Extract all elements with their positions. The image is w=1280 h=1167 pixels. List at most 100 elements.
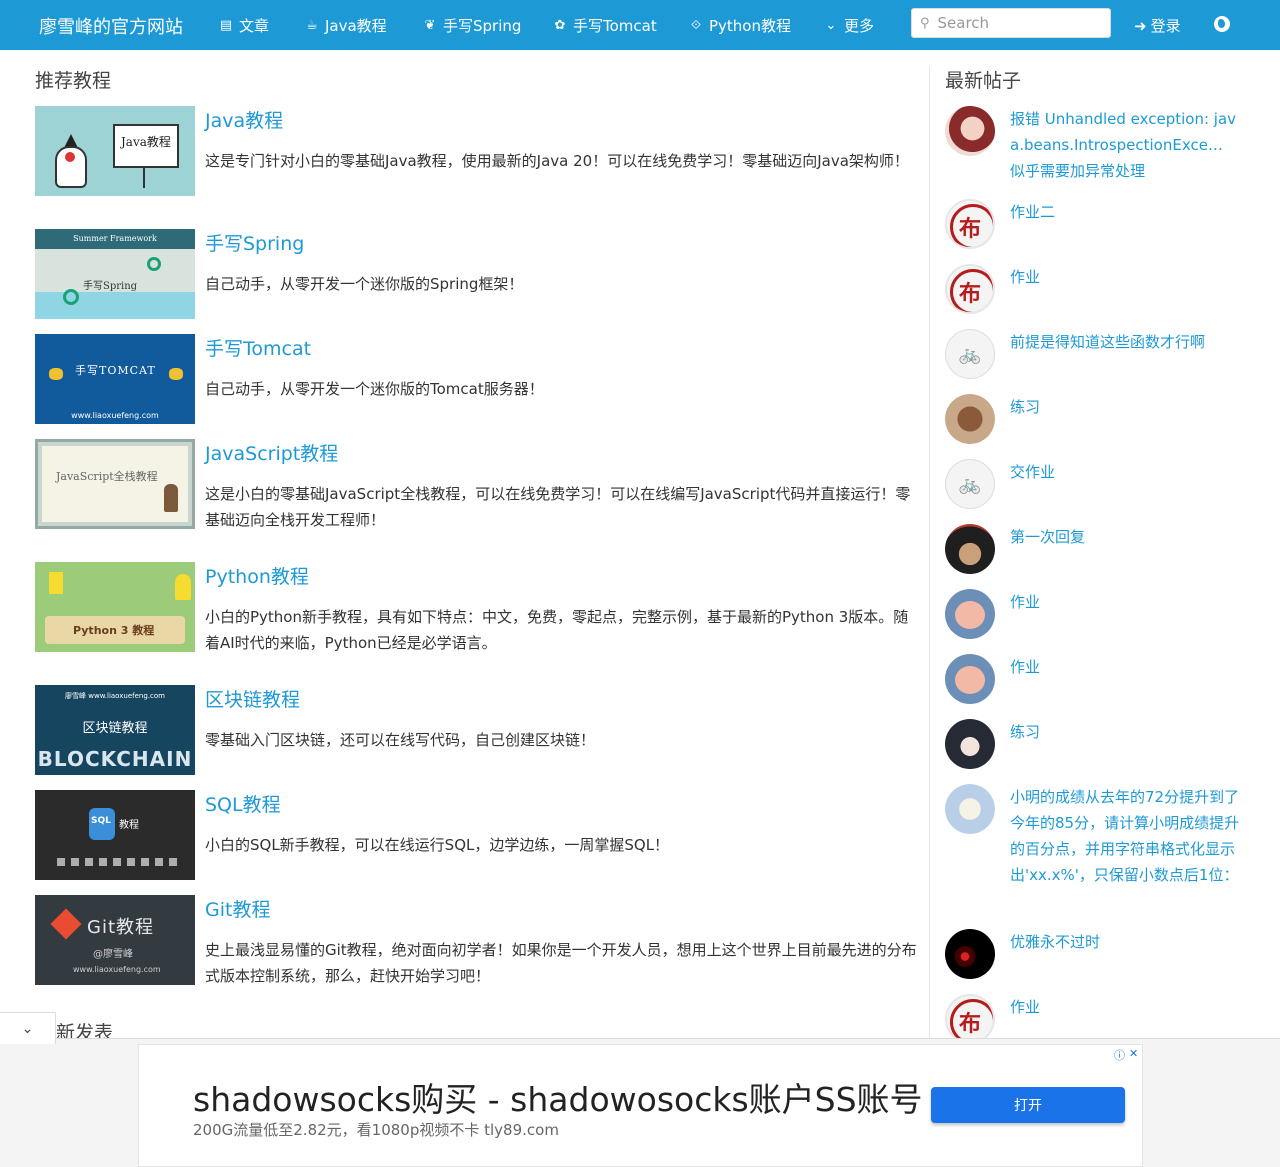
column-divider <box>929 66 930 1041</box>
post-title-link[interactable]: 作业 <box>1010 589 1242 615</box>
nav-item-more[interactable]: ⌄ 更多 <box>823 15 874 36</box>
git-logo-icon <box>50 908 82 940</box>
ring-icon <box>63 289 79 305</box>
course-thumbnail[interactable]: 手写TOMCAT www.liaoxuefeng.com <box>35 334 195 424</box>
post-title-link[interactable]: 报错 Unhandled exception: java.beans.Intro… <box>1010 106 1242 184</box>
close-icon[interactable]: ✕ <box>1129 1047 1138 1063</box>
course-thumbnail[interactable]: Git教程 @廖雪峰 www.liaoxuefeng.com <box>35 895 195 985</box>
post-title-link[interactable]: 优雅永不过时 <box>1010 929 1242 955</box>
post-title-link[interactable]: 练习 <box>1010 394 1242 420</box>
ad-controls: ⓘ ✕ <box>1114 1047 1138 1063</box>
nav-item-label: 手写Tomcat <box>573 17 657 35</box>
bicycle-icon: 🚲 <box>958 344 982 365</box>
nav-item-spring[interactable]: ❦ 手写Spring <box>422 15 522 36</box>
nav-item-label: 文章 <box>239 17 270 35</box>
pirate-icon <box>164 484 178 512</box>
course-title-link[interactable]: Python教程 <box>205 562 309 589</box>
thumb-text: SQL <box>91 816 111 826</box>
avatar[interactable] <box>945 929 995 979</box>
ad-title[interactable]: shadowsocks购买 - shadowosocks账户SS账号 <box>193 1073 923 1121</box>
avatar[interactable]: 布 <box>945 199 995 249</box>
nav-item-label: 手写Spring <box>443 17 522 35</box>
course-title-link[interactable]: SQL教程 <box>205 790 281 817</box>
search-input[interactable] <box>937 14 1098 32</box>
code-icon: ⟐ <box>690 18 702 33</box>
post-title-link[interactable]: 作业 <box>1010 264 1242 290</box>
course-description: 这是小白的零基础JavaScript全栈教程，可以在线免费学习！可以在线编写Ja… <box>205 485 911 529</box>
post-title-link[interactable]: 交作业 <box>1010 459 1242 485</box>
course-thumbnail[interactable]: SQL 教程 <box>35 790 195 880</box>
avatar[interactable] <box>945 719 995 769</box>
leaf-icon: ❦ <box>424 18 436 33</box>
ad-open-button[interactable]: 打开 <box>931 1087 1125 1123</box>
nav-item-articles[interactable]: ▤ 文章 <box>218 15 269 36</box>
thumb-text: Git教程 <box>87 917 155 938</box>
course-thumbnail[interactable]: 廖雪峰 www.liaoxuefeng.com 区块链教程 BLOCKCHAIN <box>35 685 195 775</box>
chevron-down-icon: ⌄ <box>825 18 837 33</box>
nav-item-label: 更多 <box>844 17 875 35</box>
cat-icon <box>49 368 63 380</box>
ad-card[interactable]: ⓘ ✕ shadowsocks购买 - shadowosocks账户SS账号 2… <box>138 1044 1143 1167</box>
post-title-link[interactable]: 小明的成绩从去年的72分提升到了今年的85分，请计算小明成绩提升的百分点，并用字… <box>1010 784 1242 888</box>
nav-item-java[interactable]: ☕ Java教程 <box>304 15 387 36</box>
course-description: 小白的Python新手教程，具有如下特点：中文，免费，零起点，完整示例，基于最新… <box>205 608 909 652</box>
avatar[interactable]: 🚲 <box>945 459 995 509</box>
course-description: 史上最浅显易懂的Git教程，绝对面向初学者！如果你是一个开发人员，想用上这个世界… <box>205 941 917 985</box>
login-link[interactable]: ➜ 登录 <box>1134 15 1181 36</box>
course-thumbnail[interactable]: JavaScript全栈教程 <box>35 439 195 529</box>
cartoon-figure-icon <box>175 574 191 600</box>
post-title-link[interactable]: 第一次回复 <box>1010 524 1242 550</box>
thumb-sub-text: @廖雪峰 <box>93 949 133 960</box>
thumb-top-text: 廖雪峰 www.liaoxuefeng.com <box>65 692 165 700</box>
avatar[interactable]: 布 <box>945 994 995 1044</box>
avatar[interactable] <box>945 524 995 574</box>
avatar[interactable] <box>945 784 995 834</box>
post-title-link[interactable]: 作业 <box>1010 994 1242 1020</box>
course-description: 零基础入门区块链，还可以在线写代码，自己创建区块链！ <box>205 731 596 749</box>
coffee-icon: ☕ <box>306 18 318 33</box>
course-title-link[interactable]: 手写Tomcat <box>205 334 311 361</box>
post-title-link[interactable]: 前提是得知道这些函数才行啊 <box>1010 329 1242 355</box>
course-title-link[interactable]: Git教程 <box>205 895 270 922</box>
avatar[interactable]: 🚲 <box>945 329 995 379</box>
avatar[interactable]: 布 <box>945 264 995 314</box>
collapse-ad-button[interactable]: ⌄ <box>0 1012 56 1044</box>
ring-icon <box>147 257 161 271</box>
thumb-text: Java教程 <box>121 135 171 149</box>
thumb-text: 手写TOMCAT <box>75 364 156 377</box>
course-description: 自己动手，从零开发一个迷你版的Tomcat服务器！ <box>205 380 544 398</box>
post-title-link[interactable]: 作业 <box>1010 654 1242 680</box>
course-thumbnail[interactable]: Summer Framework 手写Spring <box>35 229 195 319</box>
paw-icon: ✿ <box>554 18 566 33</box>
post-title-link[interactable]: 练习 <box>1010 719 1242 745</box>
cartoon-figure-icon <box>49 572 63 594</box>
course-thumbnail[interactable]: Java教程 <box>35 106 195 196</box>
section-title-latest-posts: 最新帖子 <box>945 70 1022 92</box>
avatar[interactable] <box>945 106 995 156</box>
avatar[interactable] <box>945 394 995 444</box>
globe-icon[interactable] <box>1214 16 1230 32</box>
thumb-url: www.liaoxuefeng.com <box>73 965 161 974</box>
bicycle-icon: 🚲 <box>958 474 982 495</box>
site-brand-link[interactable]: 廖雪峰的官方网站 <box>39 13 183 39</box>
info-icon[interactable]: ⓘ <box>1114 1047 1125 1063</box>
sign-in-icon: ➜ <box>1134 16 1147 35</box>
newspaper-icon: ▤ <box>219 18 233 33</box>
thumb-text: Python 3 教程 <box>73 624 155 637</box>
thumb-sub-text: 教程 <box>119 820 139 831</box>
course-title-link[interactable]: JavaScript教程 <box>205 439 338 466</box>
post-title-link[interactable]: 作业二 <box>1010 199 1242 225</box>
avatar[interactable] <box>945 654 995 704</box>
top-navbar: 廖雪峰的官方网站 ▤ 文章 ☕ Java教程 ❦ 手写Spring ✿ 手写To… <box>0 0 1280 50</box>
section-title-recommended: 推荐教程 <box>35 70 112 92</box>
course-thumbnail[interactable]: Python 3 教程 <box>35 562 195 652</box>
course-title-link[interactable]: Java教程 <box>205 106 283 133</box>
course-description: 小白的SQL新手教程，可以在线运行SQL，边学边练，一周掌握SQL！ <box>205 836 670 854</box>
avatar[interactable] <box>945 589 995 639</box>
nav-item-label: Java教程 <box>325 17 387 35</box>
course-description: 自己动手，从零开发一个迷你版的Spring框架！ <box>205 275 524 293</box>
nav-item-tomcat[interactable]: ✿ 手写Tomcat <box>552 15 657 36</box>
course-title-link[interactable]: 手写Spring <box>205 229 304 256</box>
course-title-link[interactable]: 区块链教程 <box>205 685 300 712</box>
nav-item-python[interactable]: ⟐ Python教程 <box>688 15 791 36</box>
